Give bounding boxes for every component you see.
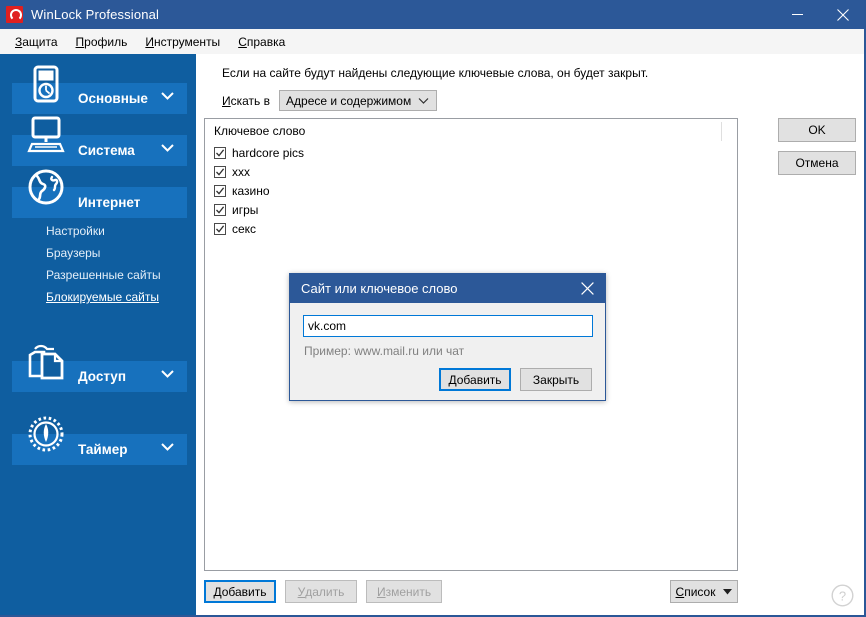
menu-item-help-rest: правка — [247, 35, 285, 49]
row-checkbox[interactable] — [214, 166, 226, 178]
list-actions: Добавить Удалить Изменить Список — [204, 580, 738, 606]
winlock-window: WinLock Professional Защита Профиль Инст… — [0, 0, 866, 617]
winlock-logo-icon — [6, 6, 23, 23]
close-icon[interactable] — [820, 0, 866, 29]
menu-item-profile-rest: рофиль — [84, 35, 127, 49]
minimize-icon[interactable] — [774, 0, 820, 29]
sidebar-item-internet-label: Интернет — [78, 195, 140, 210]
sidebar-item-browsers-label: Браузеры — [46, 246, 100, 260]
general-device-icon — [24, 62, 68, 106]
sidebar: Основные Система — [0, 54, 196, 617]
globe-internet-icon — [24, 165, 68, 209]
menu-item-protection[interactable]: Защита — [6, 32, 67, 52]
row-label: казино — [232, 184, 270, 198]
menu-item-help[interactable]: Справка — [229, 32, 294, 52]
keyword-list-header[interactable]: Ключевое слово — [205, 119, 737, 143]
close-icon[interactable] — [569, 274, 605, 303]
dialog-close-button[interactable]: Закрыть — [520, 368, 592, 391]
sidebar-item-allowed-sites-label: Разрешенные сайты — [46, 268, 161, 282]
menu-item-tools-rest: нструменты — [154, 35, 220, 49]
sidebar-item-timer-label: Таймер — [78, 442, 127, 457]
sidebar-item-access[interactable]: Доступ — [0, 340, 196, 410]
chevron-down-icon[interactable] — [161, 443, 174, 451]
chevron-down-icon — [723, 589, 732, 595]
menu-item-tools[interactable]: Инструменты — [136, 32, 229, 52]
dialog-actions: OK Отмена — [778, 118, 856, 184]
sidebar-item-general-label: Основные — [78, 91, 148, 106]
column-separator[interactable] — [721, 122, 722, 141]
timer-gauge-icon — [24, 412, 68, 456]
add-button[interactable]: Добавить — [204, 580, 276, 603]
sidebar-item-system-label: Система — [78, 143, 135, 158]
sidebar-item-browsers[interactable]: Браузеры — [0, 242, 196, 264]
row-label: игры — [232, 203, 258, 217]
search-scope-row: Искать в Адресе и содержимом — [222, 90, 437, 111]
dialog-buttons: Добавить Закрыть — [439, 368, 592, 391]
menu-item-profile[interactable]: Профиль — [67, 32, 137, 52]
window-title: WinLock Professional — [31, 7, 159, 22]
edit-button-rest: зменить — [386, 585, 432, 599]
documents-access-icon — [24, 340, 68, 384]
row-checkbox[interactable] — [214, 185, 226, 197]
delete-button-rest: далить — [305, 585, 344, 599]
dialog-title-bar: Сайт или ключевое слово — [290, 274, 605, 303]
sidebar-item-settings[interactable]: Настройки — [0, 220, 196, 242]
ok-button[interactable]: OK — [778, 118, 856, 142]
table-row[interactable]: казино — [205, 181, 737, 200]
dialog-title: Сайт или ключевое слово — [301, 281, 457, 296]
title-bar: WinLock Professional — [0, 0, 866, 29]
delete-button: Удалить — [285, 580, 357, 603]
menu-bar: Защита Профиль Инструменты Справка — [0, 29, 866, 54]
sidebar-item-allowed-sites[interactable]: Разрешенные сайты — [0, 264, 196, 286]
row-checkbox[interactable] — [214, 223, 226, 235]
dialog-body: Пример: www.mail.ru или чат Добавить Зак… — [290, 303, 605, 401]
sidebar-item-timer[interactable]: Таймер — [0, 412, 196, 472]
chevron-down-icon[interactable] — [161, 144, 174, 152]
monitor-system-icon — [24, 112, 68, 156]
table-row[interactable]: xxx — [205, 162, 737, 181]
list-menu-button[interactable]: Список — [670, 580, 738, 603]
table-row[interactable]: hardcore pics — [205, 143, 737, 162]
dialog-add-button[interactable]: Добавить — [439, 368, 511, 391]
row-checkbox[interactable] — [214, 147, 226, 159]
search-scope-value: Адресе и содержимом — [286, 94, 411, 108]
sidebar-item-internet[interactable]: Интернет — [0, 164, 196, 216]
add-button-rest: обавить — [222, 585, 267, 599]
menu-item-protection-rest: ащита — [22, 35, 57, 49]
sidebar-item-settings-label: Настройки — [46, 224, 105, 238]
row-label: секс — [232, 222, 256, 236]
add-site-dialog: Сайт или ключевое слово Пример: www.mail… — [289, 273, 606, 401]
chevron-down-icon[interactable] — [161, 370, 174, 378]
window-controls — [774, 0, 866, 29]
sidebar-item-general[interactable]: Основные — [0, 54, 196, 107]
row-label: hardcore pics — [232, 146, 304, 160]
search-scope-label-rest: скать в — [231, 94, 270, 108]
cancel-button[interactable]: Отмена — [778, 151, 856, 175]
search-scope-label: Искать в — [222, 94, 270, 108]
sidebar-item-blocked-sites-label: Блокируемые сайты — [46, 290, 159, 304]
dialog-example-text: Пример: www.mail.ru или чат — [304, 344, 464, 358]
chevron-down-icon — [418, 97, 429, 104]
table-row[interactable]: игры — [205, 200, 737, 219]
row-checkbox[interactable] — [214, 204, 226, 216]
column-header-keyword: Ключевое слово — [214, 124, 305, 138]
sidebar-item-access-label: Доступ — [78, 369, 126, 384]
site-keyword-input[interactable] — [303, 315, 593, 337]
help-question-icon[interactable]: ? — [831, 584, 854, 607]
chevron-down-icon[interactable] — [161, 92, 174, 100]
row-label: xxx — [232, 165, 250, 179]
search-scope-select[interactable]: Адресе и содержимом — [279, 90, 437, 111]
sidebar-item-blocked-sites[interactable]: Блокируемые сайты — [0, 286, 196, 308]
list-menu-button-rest: писок — [684, 585, 715, 599]
sidebar-subitems: Настройки Браузеры Разрешенные сайты Бло… — [0, 220, 196, 308]
sidebar-item-system[interactable]: Система — [0, 107, 196, 164]
edit-button: Изменить — [366, 580, 442, 603]
svg-text:?: ? — [839, 589, 846, 604]
hint-text: Если на сайте будут найдены следующие кл… — [222, 66, 648, 80]
table-row[interactable]: секс — [205, 219, 737, 238]
